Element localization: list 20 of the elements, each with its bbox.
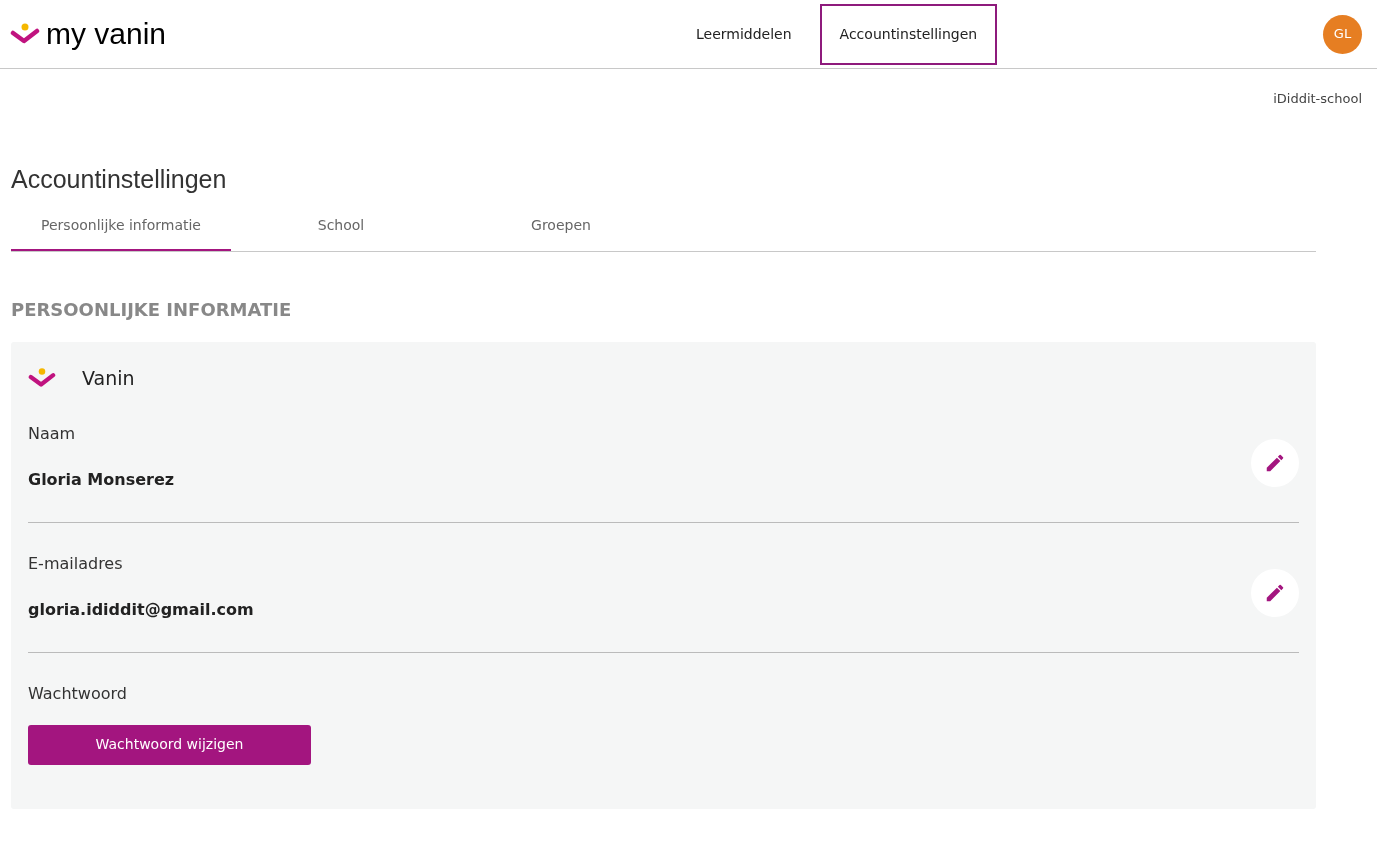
school-name: iDiddit-school	[1273, 90, 1362, 108]
nav-link[interactable]: Accountinstellingen	[819, 3, 998, 65]
card-title: Vanin	[82, 366, 135, 391]
logo-check-icon	[10, 23, 40, 45]
edit-button[interactable]	[1251, 438, 1299, 487]
tab[interactable]: School	[231, 214, 451, 251]
logo-text[interactable]: my vanin	[46, 19, 167, 49]
section-title: PERSOONLIJKE INFORMATIE	[11, 298, 293, 322]
field-value: Gloria Monserez	[28, 468, 175, 491]
page-title: Accountinstellingen	[11, 163, 228, 195]
field-value: gloria.ididdit@gmail.com	[28, 598, 254, 621]
field-label: Wachtwoord	[28, 682, 127, 705]
field-label: Naam	[28, 422, 76, 445]
tab[interactable]: Persoonlijke informatie	[11, 214, 231, 251]
edit-button[interactable]	[1251, 568, 1299, 617]
field-label: E-mailadres	[28, 552, 123, 575]
nav-link[interactable]: Leermiddelen	[676, 3, 812, 65]
change-password-button[interactable]: Wachtwoord wijzigen	[28, 724, 311, 765]
check-icon	[28, 367, 56, 390]
tab[interactable]: Groepen	[451, 214, 671, 251]
